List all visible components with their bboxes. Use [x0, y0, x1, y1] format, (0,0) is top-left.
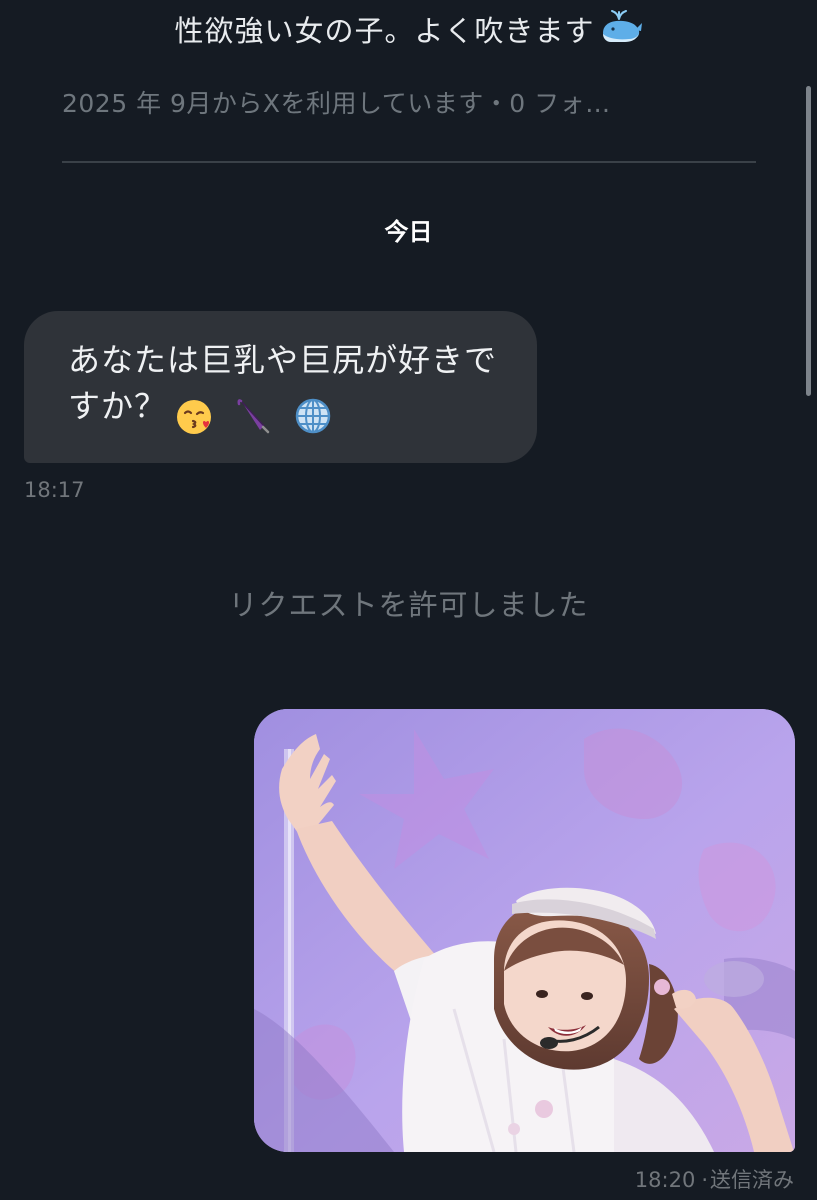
- header-divider: [62, 161, 756, 163]
- sent-photo: [254, 709, 795, 1152]
- kissing-face-icon: [177, 400, 212, 434]
- outgoing-image-message[interactable]: [254, 709, 795, 1152]
- dm-conversation-screen: 性欲強い女の子。よく吹きます 2025 年 9月からXを利用しています・0 フォ…: [0, 0, 817, 1200]
- message-emojis: [167, 391, 333, 437]
- request-accepted-notice: リクエストを許可しました: [228, 588, 589, 622]
- globe-icon: [296, 398, 331, 434]
- profile-bio-text: 性欲強い女の子。よく吹きます: [174, 14, 595, 48]
- day-separator: 今日: [384, 218, 433, 246]
- whale-icon: [599, 9, 643, 52]
- outgoing-message-meta: 18:20 ·送信済み: [540, 1164, 794, 1194]
- delivery-status: 送信済み: [710, 1168, 794, 1192]
- incoming-message-text: あなたは巨乳や巨尻が好きですか？: [68, 337, 505, 437]
- outgoing-message-time: 18:20: [634, 1168, 696, 1192]
- incoming-message-time: 18:17: [24, 478, 85, 502]
- closed-umbrella-icon: [237, 399, 270, 434]
- meta-separator: ·: [701, 1168, 708, 1192]
- profile-bio: 性欲強い女の子。よく吹きます: [0, 8, 817, 52]
- profile-joined-info: 2025 年 9月からXを利用しています・0 フォ…: [62, 89, 611, 118]
- incoming-message-bubble[interactable]: あなたは巨乳や巨尻が好きですか？: [24, 311, 537, 463]
